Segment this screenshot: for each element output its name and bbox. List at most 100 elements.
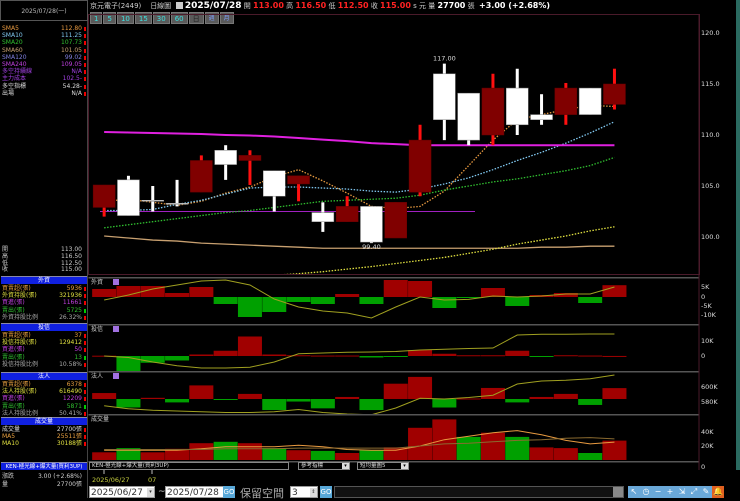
chevron-down-icon[interactable]: ▾ [147, 488, 154, 497]
horizontal-scrollbar[interactable] [334, 486, 624, 498]
panel-bar [213, 441, 238, 460]
panel-bar [335, 294, 360, 297]
panel-bar [432, 353, 457, 356]
candle-body [457, 92, 480, 141]
panel-bar [92, 452, 117, 460]
go-button[interactable]: GO [223, 486, 235, 498]
panel-separator [88, 371, 700, 373]
candle-body [384, 202, 407, 239]
panel-tick-label: 10K [701, 337, 714, 345]
panel-separator [88, 324, 700, 326]
panel-bar [237, 336, 262, 356]
panel-bar [602, 388, 627, 399]
panel-settings-icon[interactable] [113, 326, 119, 332]
panel-bar [310, 355, 335, 357]
end-date-value: 2025/07/28 [167, 488, 219, 498]
panel-bar [359, 297, 384, 304]
zoom-out-icon[interactable]: − [652, 486, 664, 498]
fit-icon[interactable]: ⤢ [688, 486, 700, 498]
panel-title: 法人 [91, 372, 103, 380]
reference-select-value: 參考指標 [301, 463, 324, 469]
zoom-in-icon[interactable]: + [664, 486, 676, 498]
panel-bar [335, 396, 360, 399]
chart-tools: ↖ ◷ − + ⇲ ⤢ ✎ 🔔 [628, 486, 724, 498]
resize-icon[interactable]: ⇲ [676, 486, 688, 498]
volume-select[interactable]: 短均量圖5 ▾ [357, 462, 409, 470]
panel-bar [335, 453, 360, 460]
panel-bar [165, 356, 190, 361]
chevron-down-icon[interactable]: ▾ [342, 463, 349, 469]
panel-bar [408, 281, 433, 297]
reserve-space-label: 保留空間 [240, 487, 284, 500]
candle-body [190, 160, 213, 193]
panel-bar [189, 443, 214, 460]
panel-bar [505, 350, 530, 356]
candle-body [578, 87, 602, 115]
panel-bar [529, 396, 554, 399]
panel-bar [140, 397, 165, 399]
reference-select[interactable]: 參考指標 ▾ [298, 462, 350, 470]
go-button-2[interactable]: GO [320, 486, 332, 498]
panel-tick-label: 600K [701, 383, 718, 391]
panel-bar [408, 376, 433, 399]
panel-title: 成交量 [91, 415, 109, 423]
panel-bar [602, 285, 627, 297]
panel-bar [456, 398, 481, 400]
panel-bar [553, 355, 578, 357]
price-annotation: 117.00 [433, 55, 456, 63]
reserve-space-input[interactable]: 3 ⇕ [290, 486, 318, 498]
candle-body [481, 87, 505, 136]
end-date-input[interactable]: 2025/07/28▾ [165, 486, 231, 498]
panel-bar [480, 432, 505, 460]
panel-bar [359, 399, 384, 411]
price-tick-label: 115.0 [701, 80, 720, 88]
alert-bell-icon[interactable]: 🔔 [712, 486, 724, 498]
panel-bar [553, 448, 578, 460]
stock-chart[interactable]: 120.0 115.0 110.0 105.0 100.0 117.00 99.40 外資 5K… [0, 0, 740, 498]
spinner-icon[interactable]: ⇕ [310, 488, 317, 497]
panel-bar [602, 440, 627, 460]
panel-bar [116, 356, 141, 371]
candle-body [408, 139, 432, 193]
panel-bar [383, 356, 408, 357]
indicator-select-value: KEN-極光線+爆大量(買利3UP) [92, 463, 169, 469]
panel-bar [359, 450, 384, 460]
panel-bar [262, 399, 287, 411]
candle-body [92, 184, 116, 208]
candle-body [214, 150, 237, 165]
ma-line-sma10 [104, 121, 615, 212]
panel-bar [505, 297, 530, 306]
panel-settings-icon[interactable] [113, 279, 119, 285]
panel-tick-label: 580K [701, 398, 718, 406]
candle-body [263, 170, 286, 197]
chevron-down-icon[interactable]: ▾ [401, 463, 408, 469]
panel-bar [165, 399, 190, 403]
panel-bar [237, 393, 262, 399]
panel-bar [578, 297, 603, 303]
indicator-select[interactable]: KEN-極光線+爆大量(買利3UP) [89, 462, 289, 470]
panel-bar [140, 452, 165, 460]
panel-bar [335, 355, 360, 357]
clock-icon[interactable]: ◷ [640, 486, 652, 498]
panel-bar [383, 447, 408, 460]
candle-body [165, 203, 189, 205]
volume-ma5-line [104, 430, 615, 451]
panel-tick-label: -10K [701, 311, 717, 319]
panel-tick-label: -5K [701, 302, 712, 310]
panel-settings-icon[interactable] [113, 373, 119, 379]
draw-icon[interactable]: ✎ [700, 486, 712, 498]
candle-body [117, 179, 140, 216]
panel-bar [578, 355, 603, 357]
panel-title: 投信 [91, 325, 103, 333]
candle-body [335, 206, 359, 222]
volume-select-value: 短均量圖5 [360, 463, 386, 469]
panel-bar [116, 399, 141, 408]
candle-body [530, 114, 553, 120]
start-date-input[interactable]: 2025/06/27 ▾ [89, 486, 155, 498]
panel-bar [237, 297, 262, 317]
cursor-icon[interactable]: ↖ [628, 486, 640, 498]
start-date-value: 2025/06/27 [91, 488, 143, 498]
scrollbar-thumb[interactable] [613, 487, 623, 497]
holdings-line [104, 374, 615, 416]
panel-bar [213, 350, 238, 356]
